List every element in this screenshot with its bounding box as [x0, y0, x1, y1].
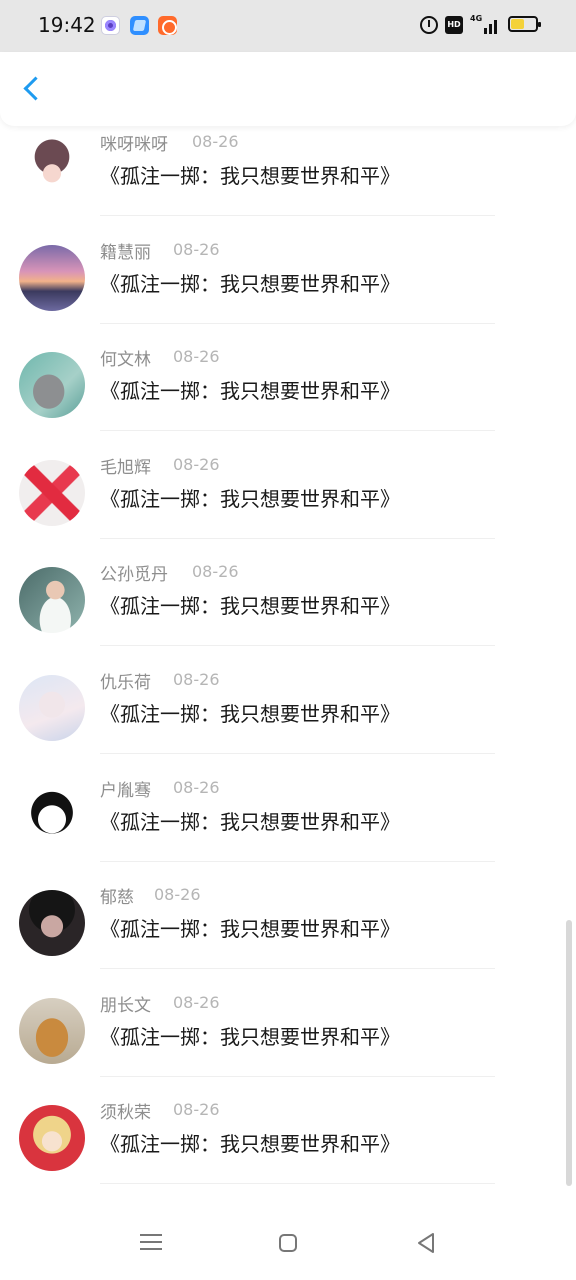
- divider: [100, 323, 495, 324]
- comment-text: 《孤注一掷：我只想要世界和平》: [100, 272, 400, 296]
- comment-text: 《孤注一掷：我只想要世界和平》: [100, 917, 400, 941]
- comment-text: 《孤注一掷：我只想要世界和平》: [100, 594, 400, 618]
- list-item[interactable]: 仇乐荷 08-26 《孤注一掷：我只想要世界和平》: [0, 648, 576, 755]
- user-name[interactable]: 籍慧丽: [100, 238, 151, 263]
- divider: [100, 861, 495, 862]
- list-item[interactable]: 公孙觅丹 08-26 《孤注一掷：我只想要世界和平》: [0, 540, 576, 647]
- divider: [100, 1076, 495, 1077]
- battery-icon: [508, 16, 541, 32]
- comment-date: 08-26: [173, 347, 220, 366]
- avatar[interactable]: [19, 1105, 85, 1171]
- divider: [100, 538, 495, 539]
- network-type: 4G: [470, 14, 483, 23]
- top-header: [0, 52, 576, 126]
- divider: [100, 430, 495, 431]
- divider: [100, 753, 495, 754]
- avatar[interactable]: [19, 675, 85, 741]
- purple-app-icon: [101, 16, 120, 35]
- comment-list[interactable]: 咪呀咪呀 08-26 《孤注一掷：我只想要世界和平》 籍慧丽 08-26 《孤注一掷：我只…: [0, 126, 576, 1206]
- comment-date: 08-26: [154, 885, 201, 904]
- user-name[interactable]: 须秋荣: [100, 1098, 151, 1123]
- comment-date: 08-26: [173, 993, 220, 1012]
- avatar[interactable]: [19, 137, 85, 203]
- avatar[interactable]: [19, 783, 85, 849]
- divider: [100, 1183, 495, 1184]
- comment-text: 《孤注一掷：我只想要世界和平》: [100, 164, 400, 188]
- list-item[interactable]: 户胤骞 08-26 《孤注一掷：我只想要世界和平》: [0, 756, 576, 863]
- comment-date: 08-26: [173, 670, 220, 689]
- home-icon[interactable]: [279, 1234, 297, 1252]
- comment-text: 《孤注一掷：我只想要世界和平》: [100, 1132, 400, 1156]
- chevron-left-icon[interactable]: [14, 70, 50, 110]
- divider: [100, 215, 495, 216]
- comment-date: 08-26: [173, 1100, 220, 1119]
- avatar[interactable]: [19, 460, 85, 526]
- user-name[interactable]: 毛旭辉: [100, 453, 151, 478]
- avatar[interactable]: [19, 245, 85, 311]
- avatar[interactable]: [19, 998, 85, 1064]
- status-time: 19:42: [38, 13, 96, 37]
- user-name[interactable]: 户胤骞: [100, 776, 151, 801]
- avatar[interactable]: [19, 890, 85, 956]
- comment-text: 《孤注一掷：我只想要世界和平》: [100, 810, 400, 834]
- list-item[interactable]: 咪呀咪呀 08-26 《孤注一掷：我只想要世界和平》: [0, 126, 576, 217]
- user-name[interactable]: 公孙觅丹: [100, 560, 168, 585]
- list-item[interactable]: 籍慧丽 08-26 《孤注一掷：我只想要世界和平》: [0, 218, 576, 325]
- comment-text: 《孤注一掷：我只想要世界和平》: [100, 1025, 400, 1049]
- alarm-icon: [420, 16, 438, 34]
- divider: [100, 645, 495, 646]
- comment-text: 《孤注一掷：我只想要世界和平》: [100, 379, 400, 403]
- comment-date: 08-26: [173, 778, 220, 797]
- menu-icon[interactable]: [140, 1232, 162, 1252]
- list-item[interactable]: 须秋荣 08-26 《孤注一掷：我只想要世界和平》: [0, 1078, 576, 1185]
- avatar[interactable]: [19, 352, 85, 418]
- user-name[interactable]: 郁慈: [100, 883, 134, 908]
- battery-level: [511, 19, 524, 29]
- hd-icon: HD: [445, 16, 463, 34]
- back-triangle-icon[interactable]: [414, 1231, 438, 1255]
- user-name[interactable]: 仇乐荷: [100, 668, 151, 693]
- scrollbar[interactable]: [566, 920, 572, 1186]
- list-item[interactable]: 郁慈 08-26 《孤注一掷：我只想要世界和平》: [0, 863, 576, 970]
- comment-date: 08-26: [173, 455, 220, 474]
- blue-app-icon: [130, 16, 149, 35]
- comment-date: 08-26: [192, 132, 239, 151]
- divider: [100, 968, 495, 969]
- user-name[interactable]: 何文林: [100, 345, 151, 370]
- comment-date: 08-26: [192, 562, 239, 581]
- 4g-signal-icon: 4G: [470, 14, 500, 34]
- comment-text: 《孤注一掷：我只想要世界和平》: [100, 487, 400, 511]
- list-item[interactable]: 何文林 08-26 《孤注一掷：我只想要世界和平》: [0, 325, 576, 432]
- user-name[interactable]: 咪呀咪呀: [100, 130, 168, 155]
- orange-app-icon: [158, 16, 177, 35]
- comment-date: 08-26: [173, 240, 220, 259]
- avatar[interactable]: [19, 567, 85, 633]
- list-item[interactable]: 毛旭辉 08-26 《孤注一掷：我只想要世界和平》: [0, 433, 576, 540]
- user-name[interactable]: 朋长文: [100, 991, 151, 1016]
- system-nav-bar: [0, 1206, 576, 1280]
- list-item[interactable]: 朋长文 08-26 《孤注一掷：我只想要世界和平》: [0, 971, 576, 1078]
- status-bar: 19:42 HD 4G: [0, 0, 576, 52]
- comment-text: 《孤注一掷：我只想要世界和平》: [100, 702, 400, 726]
